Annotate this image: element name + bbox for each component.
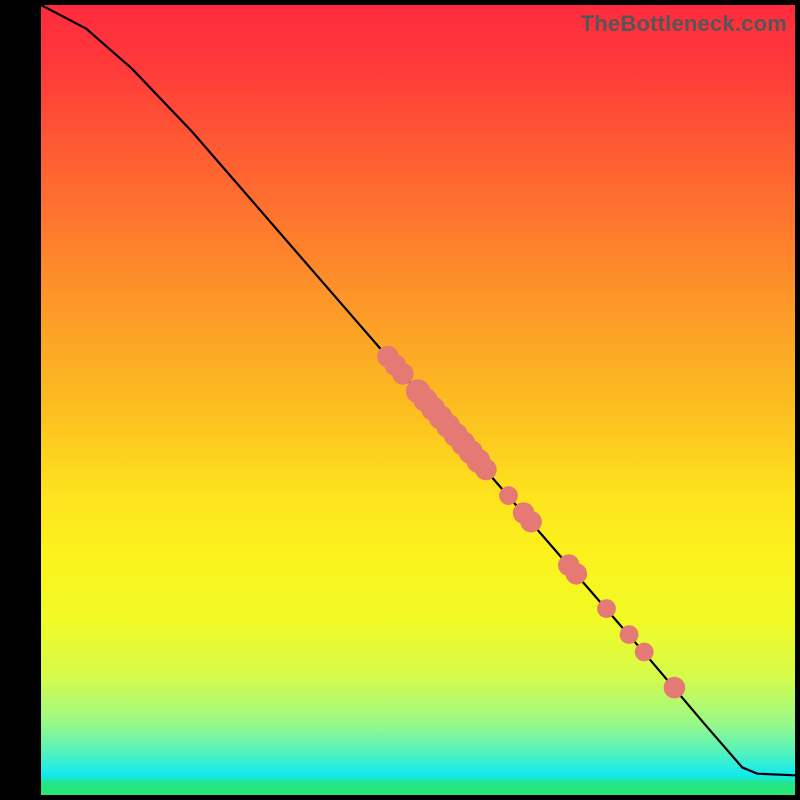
data-marker — [520, 511, 542, 533]
data-marker — [566, 563, 588, 585]
data-marker — [475, 459, 497, 481]
data-marker — [635, 643, 654, 662]
marker-group — [377, 346, 685, 699]
data-marker — [597, 599, 616, 618]
data-marker — [664, 677, 686, 699]
chart-frame: TheBottleneck.com — [0, 0, 800, 800]
chart-svg — [41, 5, 795, 795]
data-marker — [392, 363, 414, 385]
data-marker — [499, 486, 518, 505]
data-marker — [620, 625, 639, 644]
plot-area: TheBottleneck.com — [41, 5, 795, 795]
